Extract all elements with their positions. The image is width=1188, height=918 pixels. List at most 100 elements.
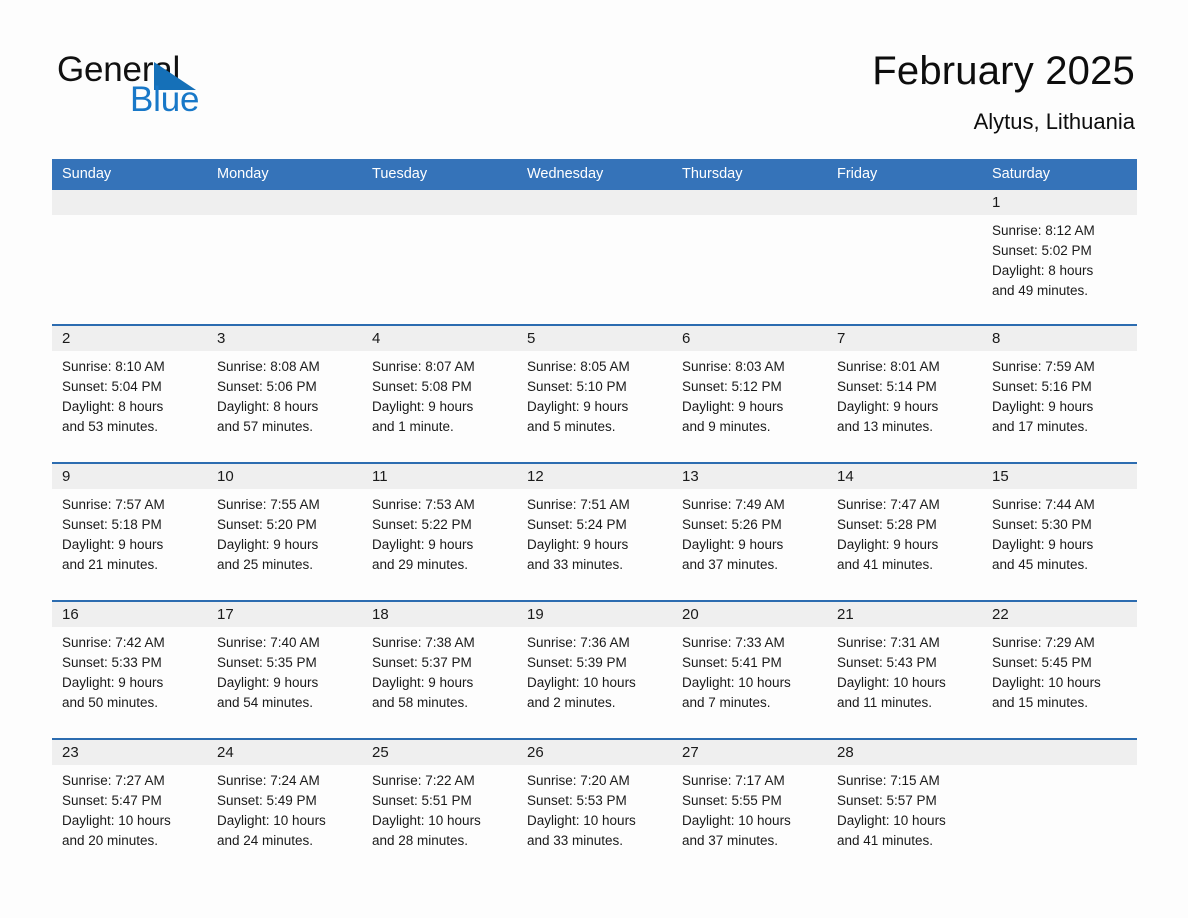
- day-number: 14: [827, 464, 982, 489]
- daylight-text-line1: Daylight: 8 hours: [992, 263, 1094, 278]
- day-cell[interactable]: 11 Sunrise: 7:53 AM Sunset: 5:22 PM Dayligh…: [362, 462, 517, 601]
- day-cell[interactable]: 12 Sunrise: 7:51 AM Sunset: 5:24 PM Dayligh…: [517, 462, 672, 601]
- day-number: 17: [207, 602, 362, 627]
- day-cell[interactable]: 2 Sunrise: 8:10 AM Sunset: 5:04 PM Daylight…: [52, 324, 207, 463]
- day-cell[interactable]: 19 Sunrise: 7:36 AM Sunset: 5:39 PM Dayligh…: [517, 600, 672, 739]
- sunrise-text: Sunrise: 7:29 AM: [992, 635, 1095, 650]
- day-cell[interactable]: 21 Sunrise: 7:31 AM Sunset: 5:43 PM Dayligh…: [827, 600, 982, 739]
- day-number: [207, 190, 362, 215]
- daylight-text-line2: and 15 minutes.: [992, 695, 1089, 710]
- sunrise-text: Sunrise: 7:17 AM: [682, 773, 785, 788]
- day-cell[interactable]: [982, 738, 1137, 876]
- daylight-text-line2: and 2 minutes.: [527, 695, 616, 710]
- daylight-text-line1: Daylight: 8 hours: [62, 399, 164, 414]
- day-cell[interactable]: 3 Sunrise: 8:08 AM Sunset: 5:06 PM Daylight…: [207, 324, 362, 463]
- daylight-text-line2: and 28 minutes.: [372, 833, 469, 848]
- sunrise-text: Sunrise: 8:08 AM: [217, 359, 320, 374]
- daylight-text-line1: Daylight: 9 hours: [527, 537, 629, 552]
- day-cell[interactable]: 7 Sunrise: 8:01 AM Sunset: 5:14 PM Daylight…: [827, 324, 982, 463]
- sunrise-text: Sunrise: 8:07 AM: [372, 359, 475, 374]
- page-title: February 2025: [872, 49, 1135, 93]
- sunset-text: Sunset: 5:53 PM: [527, 793, 627, 808]
- day-number: 4: [362, 326, 517, 351]
- day-number: 21: [827, 602, 982, 627]
- sunset-text: Sunset: 5:08 PM: [372, 379, 472, 394]
- day-cell[interactable]: 27 Sunrise: 7:17 AM Sunset: 5:55 PM Dayligh…: [672, 738, 827, 876]
- day-cell[interactable]: 17 Sunrise: 7:40 AM Sunset: 5:35 PM Dayligh…: [207, 600, 362, 739]
- weekday-header-monday: Monday: [207, 159, 362, 190]
- calendar-container: Sunday Monday Tuesday Wednesday Thursday…: [52, 159, 1137, 876]
- day-number: 1: [982, 190, 1137, 215]
- day-cell[interactable]: 5 Sunrise: 8:05 AM Sunset: 5:10 PM Daylight…: [517, 324, 672, 463]
- daylight-text-line2: and 49 minutes.: [992, 283, 1089, 298]
- daylight-text-line1: Daylight: 9 hours: [992, 537, 1094, 552]
- daylight-text-line2: and 33 minutes.: [527, 833, 624, 848]
- day-number: 26: [517, 740, 672, 765]
- daylight-text-line1: Daylight: 10 hours: [372, 813, 481, 828]
- sunset-text: Sunset: 5:16 PM: [992, 379, 1092, 394]
- day-cell[interactable]: [362, 190, 517, 325]
- sunrise-text: Sunrise: 8:12 AM: [992, 223, 1095, 238]
- daylight-text-line2: and 37 minutes.: [682, 833, 779, 848]
- week-row: 16 Sunrise: 7:42 AM Sunset: 5:33 PM Dayligh…: [52, 600, 1137, 739]
- day-cell[interactable]: 26 Sunrise: 7:20 AM Sunset: 5:53 PM Dayligh…: [517, 738, 672, 876]
- general-blue-logo[interactable]: General Blue: [57, 50, 287, 122]
- calendar-head: Sunday Monday Tuesday Wednesday Thursday…: [52, 159, 1137, 190]
- day-cell[interactable]: 4 Sunrise: 8:07 AM Sunset: 5:08 PM Daylight…: [362, 324, 517, 463]
- sunrise-text: Sunrise: 7:31 AM: [837, 635, 940, 650]
- sunset-text: Sunset: 5:14 PM: [837, 379, 937, 394]
- daylight-text-line2: and 13 minutes.: [837, 419, 934, 434]
- daylight-text-line1: Daylight: 10 hours: [992, 675, 1101, 690]
- sunset-text: Sunset: 5:47 PM: [62, 793, 162, 808]
- day-number: [827, 190, 982, 215]
- sunset-text: Sunset: 5:57 PM: [837, 793, 937, 808]
- day-cell[interactable]: 9 Sunrise: 7:57 AM Sunset: 5:18 PM Daylight…: [52, 462, 207, 601]
- sunrise-text: Sunrise: 7:57 AM: [62, 497, 165, 512]
- day-cell[interactable]: 1 Sunrise: 8:12 AM Sunset: 5:02 PM Daylight…: [982, 190, 1137, 325]
- daylight-text-line1: Daylight: 8 hours: [217, 399, 319, 414]
- sunset-text: Sunset: 5:45 PM: [992, 655, 1092, 670]
- day-cell[interactable]: 24 Sunrise: 7:24 AM Sunset: 5:49 PM Dayligh…: [207, 738, 362, 876]
- daylight-text-line1: Daylight: 9 hours: [372, 399, 474, 414]
- day-cell[interactable]: 6 Sunrise: 8:03 AM Sunset: 5:12 PM Daylight…: [672, 324, 827, 463]
- day-number: 7: [827, 326, 982, 351]
- day-cell[interactable]: 20 Sunrise: 7:33 AM Sunset: 5:41 PM Dayligh…: [672, 600, 827, 739]
- sunrise-text: Sunrise: 8:03 AM: [682, 359, 785, 374]
- week-row: 9 Sunrise: 7:57 AM Sunset: 5:18 PM Daylight…: [52, 462, 1137, 601]
- daylight-text-line1: Daylight: 10 hours: [62, 813, 171, 828]
- daylight-text-line1: Daylight: 10 hours: [682, 813, 791, 828]
- day-cell[interactable]: 13 Sunrise: 7:49 AM Sunset: 5:26 PM Dayligh…: [672, 462, 827, 601]
- calendar-table: Sunday Monday Tuesday Wednesday Thursday…: [52, 159, 1137, 876]
- daylight-text-line1: Daylight: 9 hours: [372, 537, 474, 552]
- daylight-text-line2: and 57 minutes.: [217, 419, 314, 434]
- day-number: 5: [517, 326, 672, 351]
- sunrise-text: Sunrise: 7:15 AM: [837, 773, 940, 788]
- day-cell[interactable]: 15 Sunrise: 7:44 AM Sunset: 5:30 PM Dayligh…: [982, 462, 1137, 601]
- day-number: [362, 190, 517, 215]
- daylight-text-line1: Daylight: 10 hours: [217, 813, 326, 828]
- day-cell[interactable]: [672, 190, 827, 325]
- day-cell[interactable]: [207, 190, 362, 325]
- day-cell[interactable]: 8 Sunrise: 7:59 AM Sunset: 5:16 PM Daylight…: [982, 324, 1137, 463]
- day-number: 18: [362, 602, 517, 627]
- daylight-text-line2: and 29 minutes.: [372, 557, 469, 572]
- daylight-text-line1: Daylight: 10 hours: [837, 813, 946, 828]
- daylight-text-line2: and 1 minute.: [372, 419, 454, 434]
- day-cell[interactable]: 16 Sunrise: 7:42 AM Sunset: 5:33 PM Dayligh…: [52, 600, 207, 739]
- day-cell[interactable]: 23 Sunrise: 7:27 AM Sunset: 5:47 PM Dayligh…: [52, 738, 207, 876]
- day-number: 3: [207, 326, 362, 351]
- day-cell[interactable]: 10 Sunrise: 7:55 AM Sunset: 5:20 PM Dayligh…: [207, 462, 362, 601]
- day-cell[interactable]: 14 Sunrise: 7:47 AM Sunset: 5:28 PM Dayligh…: [827, 462, 982, 601]
- day-cell[interactable]: 25 Sunrise: 7:22 AM Sunset: 5:51 PM Dayligh…: [362, 738, 517, 876]
- sunrise-text: Sunrise: 7:59 AM: [992, 359, 1095, 374]
- daylight-text-line2: and 7 minutes.: [682, 695, 771, 710]
- sunset-text: Sunset: 5:39 PM: [527, 655, 627, 670]
- calendar-body: 1 Sunrise: 8:12 AM Sunset: 5:02 PM Daylight…: [52, 190, 1137, 876]
- day-cell[interactable]: [517, 190, 672, 325]
- day-cell[interactable]: 18 Sunrise: 7:38 AM Sunset: 5:37 PM Dayligh…: [362, 600, 517, 739]
- day-cell[interactable]: 28 Sunrise: 7:15 AM Sunset: 5:57 PM Dayligh…: [827, 738, 982, 876]
- day-cell[interactable]: [827, 190, 982, 325]
- day-cell[interactable]: [52, 190, 207, 325]
- day-cell[interactable]: 22 Sunrise: 7:29 AM Sunset: 5:45 PM Dayligh…: [982, 600, 1137, 739]
- sunset-text: Sunset: 5:35 PM: [217, 655, 317, 670]
